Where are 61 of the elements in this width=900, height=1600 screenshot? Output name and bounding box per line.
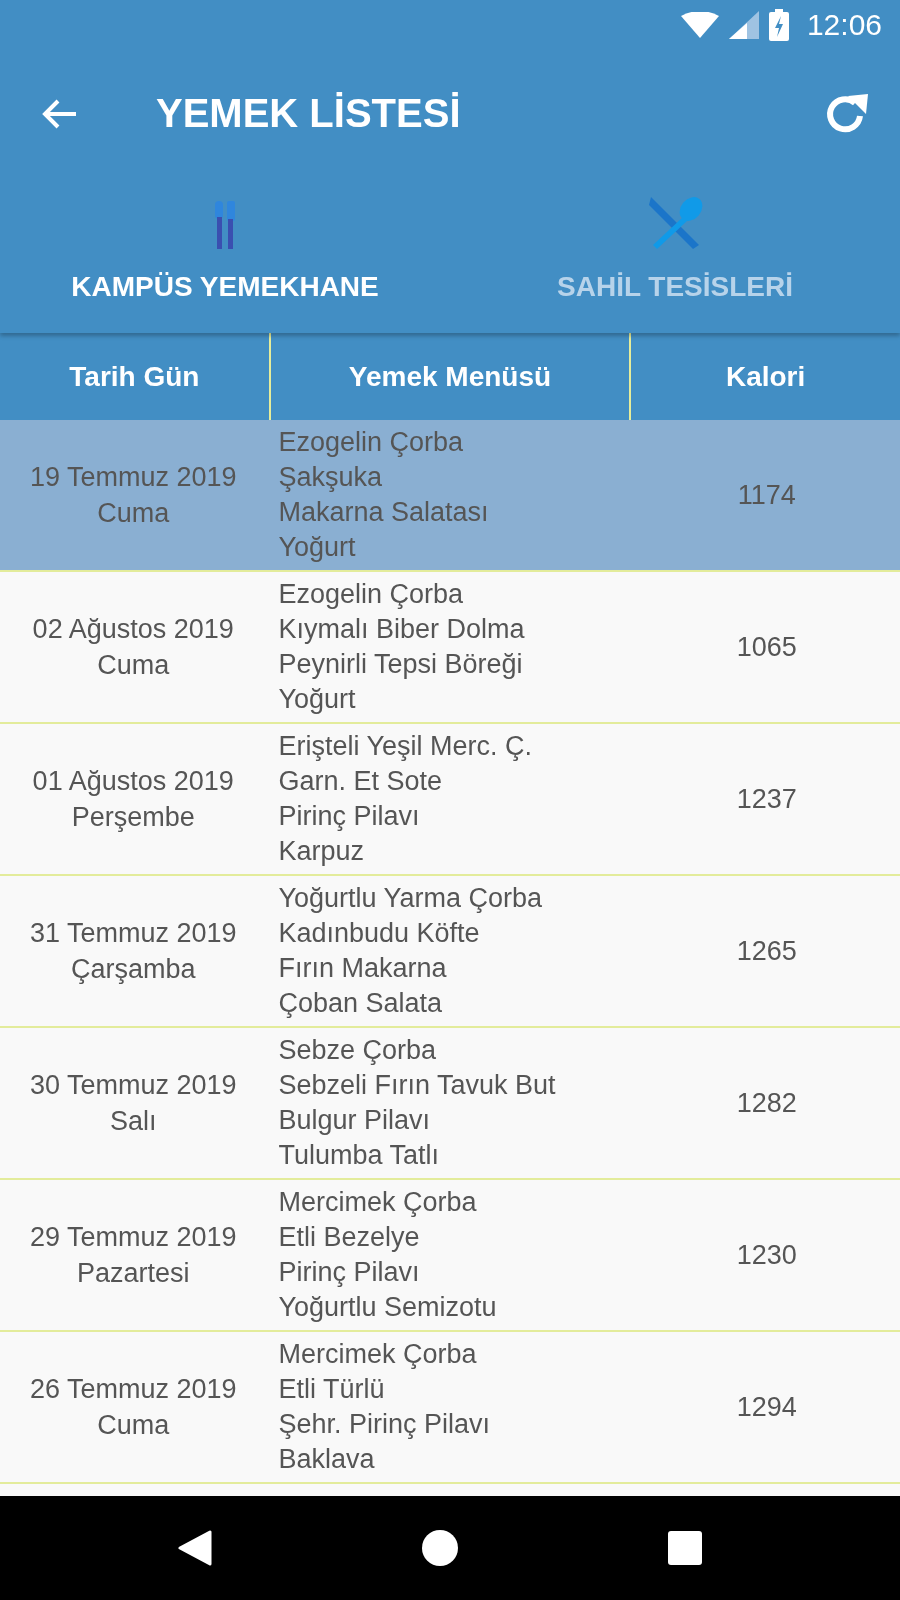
day-text: Cuma (97, 1409, 170, 1442)
day-text: Salı (109, 1105, 157, 1138)
menu-item-text: Ezogelin Çorba (278, 426, 465, 459)
menu-item-text: Makarna Salatası (278, 496, 490, 529)
day-text: Cuma (97, 649, 170, 682)
menu-item-text: Kadınbudu Köfte (278, 917, 481, 950)
menu-item-text: Yoğurt (278, 531, 357, 564)
day-text: Pazartesi (76, 1257, 190, 1290)
menu-item-text: Sebze Çorba (278, 1034, 437, 1067)
home-circle-icon[interactable] (422, 1530, 458, 1566)
menu-item-text: Kıymalı Biber Dolma (278, 613, 526, 646)
menu-item-text: Fırın Makarna (278, 952, 448, 985)
menu-item-text: Etli Türlü (278, 1373, 386, 1406)
menu-item-text: Karpuz (278, 835, 365, 868)
menu-item-text: Tulumba Tatlı (278, 1139, 440, 1172)
menu-item-text: Çoban Salata (278, 987, 444, 1020)
date-text: 02 Ağustos 2019 (32, 613, 234, 646)
date-text: 01 Ağustos 2019 (32, 765, 234, 798)
menu-item-text: Ezogelin Çorba (278, 578, 465, 611)
date-text: 31 Temmuz 2019 (29, 917, 237, 950)
calorie-text: 1230 (736, 1239, 797, 1271)
wifi-icon (680, 11, 719, 38)
battery-icon (768, 8, 789, 41)
menu-item-text: Yoğurt (278, 683, 357, 716)
menu-item-text: Sebzeli Fırın Tavuk But (278, 1069, 557, 1102)
date-text: 30 Temmuz 2019 (29, 1069, 237, 1102)
back-triangle-icon[interactable] (178, 1530, 212, 1566)
calorie-text: 1174 (737, 479, 796, 511)
menu-item-text: Pirinç Pilavı (278, 1256, 421, 1289)
date-text: 29 Temmuz 2019 (29, 1221, 237, 1254)
menu-item-text: Bulgur Pilavı (278, 1104, 431, 1137)
signal-icon (728, 10, 759, 39)
column-header[interactable]: Tarih Gün (0, 333, 269, 420)
menu-item-text: Garn. Et Sote (278, 765, 443, 798)
calorie-text: 1065 (736, 631, 797, 663)
screen-title: YEMEK LİSTESİ (156, 91, 462, 137)
date-text: 19 Temmuz 2019 (29, 461, 237, 494)
menu-item-text: Pirinç Pilavı (278, 800, 421, 833)
knife-spoon-icon (647, 195, 703, 249)
tab[interactable]: KAMPÜS YEMEKHANE (0, 194, 450, 333)
fork-knife-icon (213, 201, 237, 249)
menu-item-text: Peynirli Tepsi Böreği (278, 648, 524, 681)
menu-item-text: Baklava (278, 1443, 376, 1476)
day-text: Perşembe (71, 801, 195, 834)
menu-item-text: Mercimek Çorba (278, 1186, 478, 1219)
calorie-text: 1294 (736, 1391, 797, 1423)
menu-item-text: Şehr. Pirinç Pilavı (278, 1408, 491, 1441)
day-text: Cuma (97, 497, 170, 530)
menu-item-text: Yoğurtlu Yarma Çorba (278, 882, 544, 915)
menu-item-text: Erişteli Yeşil Merc. Ç. (278, 730, 533, 763)
day-text: Çarşamba (70, 953, 196, 986)
calorie-text: 1237 (736, 783, 797, 815)
calorie-text: 1282 (736, 1087, 797, 1119)
menu-item-text: Etli Bezelye (278, 1221, 421, 1254)
status-time: 12:06 (806, 7, 882, 42)
back-arrow-icon (42, 97, 78, 130)
menu-item-text: Yoğurtlu Semizotu (278, 1291, 498, 1324)
menu-item-text: Şakşuka (278, 461, 383, 494)
calorie-text: 1265 (736, 935, 797, 967)
date-text: 26 Temmuz 2019 (29, 1373, 237, 1406)
menu-item-text: Mercimek Çorba (278, 1338, 478, 1371)
